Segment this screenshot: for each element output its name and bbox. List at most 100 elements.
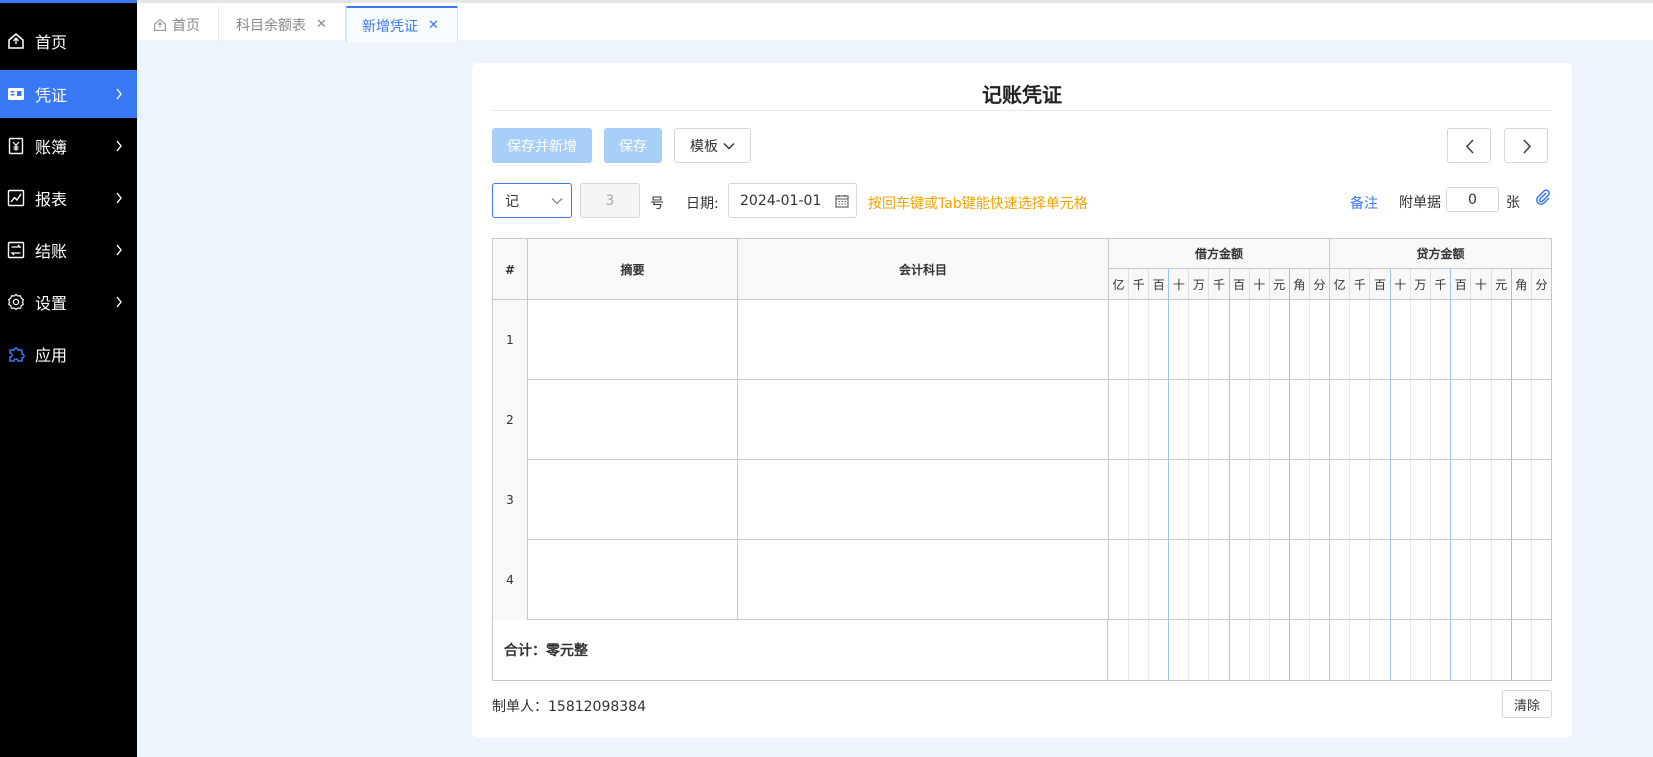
row-index: 1 — [493, 300, 528, 380]
previous-voucher-button[interactable] — [1447, 128, 1491, 163]
gear-icon — [7, 293, 25, 311]
voucher-maker: 制单人：15812098384 — [492, 699, 646, 715]
summary-cell[interactable] — [528, 380, 738, 460]
save-and-new-button[interactable]: 保存并新增 — [492, 128, 592, 163]
debit-amount-cell[interactable] — [1109, 460, 1330, 539]
date-value: 2024-01-01 — [740, 192, 822, 209]
digit-unit: 千 — [1350, 269, 1371, 299]
digit-unit: 十 — [1471, 269, 1492, 299]
sidebar-item-label: 设置 — [35, 294, 68, 313]
credit-amount-cell[interactable] — [1330, 540, 1551, 619]
digit-unit: 十 — [1250, 269, 1270, 299]
sidebar-item-apps[interactable]: 应用 — [0, 330, 137, 378]
digit-unit: 十 — [1169, 269, 1190, 299]
close-icon[interactable]: ✕ — [428, 18, 439, 33]
chevron-down-icon — [551, 198, 563, 205]
save-button[interactable]: 保存 — [604, 128, 662, 163]
attachments-count-input[interactable]: 0 — [1446, 187, 1499, 212]
sidebar-item-closing[interactable]: 结账 — [0, 226, 137, 274]
row-index: 4 — [493, 540, 528, 620]
tab-label: 科目余额表 — [236, 17, 306, 34]
ledger-icon — [8, 137, 24, 155]
sidebar-item-label: 结账 — [35, 242, 68, 261]
keyboard-hint: 按回车键或Tab键能快速选择单元格 — [868, 196, 1088, 212]
chevron-right-icon — [1523, 139, 1532, 154]
total-amount-in-words: 合计：零元整 — [493, 620, 1108, 680]
digit-unit: 元 — [1270, 269, 1290, 299]
digit-unit: 千 — [1129, 269, 1150, 299]
tab-bar: 首页 科目余额表 ✕ 新增凭证 ✕ — [137, 0, 1653, 43]
next-voucher-button[interactable] — [1504, 128, 1548, 163]
clear-button[interactable]: 清除 — [1502, 690, 1552, 718]
voucher-type-value: 记 — [505, 193, 519, 210]
total-credit-cells — [1330, 620, 1551, 680]
debit-amount-cell[interactable] — [1109, 300, 1330, 379]
table-total-row: 合计：零元整 — [493, 620, 1551, 680]
digit-unit: 十 — [1391, 269, 1411, 299]
voucher-number-input[interactable]: 3 — [580, 183, 640, 218]
col-index-header: # — [493, 239, 528, 300]
digit-unit: 万 — [1189, 269, 1210, 299]
remark-link[interactable]: 备注 — [1350, 193, 1378, 213]
sidebar-item-label: 凭证 — [35, 86, 68, 105]
sidebar-item-reports[interactable]: 报表 — [0, 174, 137, 222]
table-header: # 摘要 会计科目 借方金额 亿 千 百 十 万 千 百 十 元 角 分 贷方金… — [493, 239, 1551, 300]
sidebar: 首页 凭证 账簿 报表 结账 设置 应用 — [0, 0, 137, 757]
template-dropdown-button[interactable]: 模板 — [674, 128, 751, 163]
debit-amount-cell[interactable] — [1109, 380, 1330, 459]
chevron-right-icon — [116, 244, 122, 256]
summary-cell[interactable] — [528, 460, 738, 540]
voucher-type-select[interactable]: 记 — [492, 183, 572, 218]
attachments-label: 附单据 — [1399, 195, 1441, 211]
chevron-right-icon — [116, 140, 122, 152]
sidebar-item-home[interactable]: 首页 — [0, 17, 137, 65]
debit-amount-cell[interactable] — [1109, 540, 1330, 619]
digit-unit: 千 — [1209, 269, 1230, 299]
tab-account-balance[interactable]: 科目余额表 ✕ — [219, 6, 346, 43]
summary-cell[interactable] — [528, 300, 738, 380]
home-icon — [8, 33, 24, 49]
digit-unit: 分 — [1313, 277, 1326, 292]
sidebar-item-voucher[interactable]: 凭证 — [0, 70, 137, 118]
sidebar-item-label: 应用 — [35, 346, 68, 365]
tab-home[interactable]: 首页 — [137, 6, 219, 43]
sidebar-item-label: 账簿 — [35, 138, 68, 157]
col-debit-header: 借方金额 — [1109, 239, 1329, 269]
account-cell[interactable] — [738, 540, 1109, 620]
puzzle-icon — [9, 347, 25, 362]
closing-icon — [7, 241, 25, 259]
date-label: 日期: — [686, 196, 719, 212]
account-cell[interactable] — [738, 460, 1109, 540]
date-picker-input[interactable]: 2024-01-01 — [728, 183, 857, 218]
col-credit-header: 贷方金额 — [1330, 239, 1551, 269]
tab-label: 新增凭证 — [362, 18, 418, 35]
digit-unit: 元 — [1492, 269, 1512, 299]
sidebar-item-ledger[interactable]: 账簿 — [0, 122, 137, 170]
digit-unit: 亿 — [1109, 269, 1130, 299]
col-summary-header: 摘要 — [528, 239, 738, 300]
table-row: 2 — [493, 380, 1551, 460]
credit-amount-cell[interactable] — [1330, 380, 1551, 459]
chevron-right-icon — [116, 192, 122, 204]
digit-unit: 角 — [1512, 269, 1532, 299]
col-account-header: 会计科目 — [738, 239, 1109, 300]
digit-unit: 角 — [1290, 269, 1310, 299]
credit-amount-cell[interactable] — [1330, 300, 1551, 379]
close-icon[interactable]: ✕ — [316, 17, 327, 32]
summary-cell[interactable] — [528, 540, 738, 620]
report-chart-icon — [7, 189, 25, 207]
credit-header-group: 贷方金额 亿 千 百 十 万 千 百 十 元 角 分 — [1330, 239, 1551, 300]
home-icon — [153, 18, 167, 31]
account-cell[interactable] — [738, 380, 1109, 460]
account-cell[interactable] — [738, 300, 1109, 380]
credit-amount-cell[interactable] — [1330, 460, 1551, 539]
digit-unit: 百 — [1370, 269, 1391, 299]
row-index: 3 — [493, 460, 528, 540]
tab-new-voucher[interactable]: 新增凭证 ✕ — [346, 6, 458, 43]
sidebar-item-label: 报表 — [35, 190, 68, 209]
paperclip-icon[interactable] — [1534, 188, 1552, 206]
sidebar-item-settings[interactable]: 设置 — [0, 278, 137, 326]
debit-header-group: 借方金额 亿 千 百 十 万 千 百 十 元 角 分 — [1109, 239, 1330, 300]
chevron-left-icon — [1465, 139, 1474, 154]
table-body: 1234 — [493, 300, 1551, 620]
